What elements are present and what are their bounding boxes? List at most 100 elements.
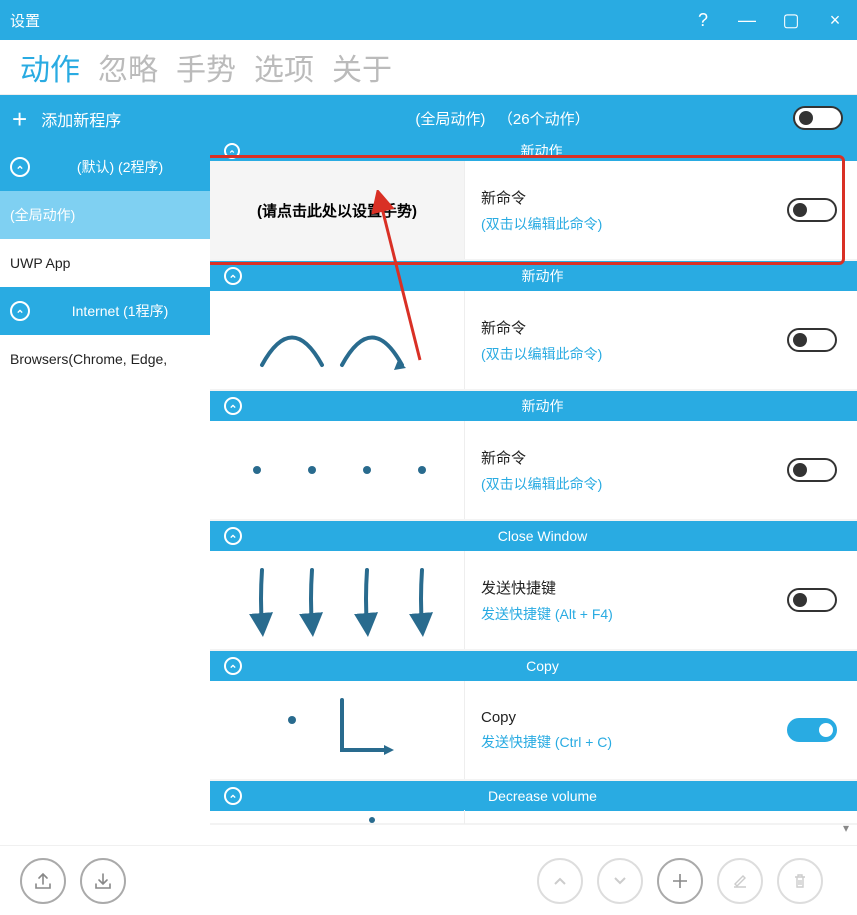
action-name: 新命令: [481, 317, 771, 338]
gesture-four-dots-icon: [222, 430, 452, 510]
action-card[interactable]: 发送快捷键 发送快捷键 (Alt + F4): [210, 551, 857, 651]
action-name: 新命令: [481, 187, 771, 208]
scope-label: (全局动作): [415, 111, 485, 128]
sidebar-item-label: (全局动作): [10, 205, 75, 225]
gesture-area[interactable]: [210, 421, 465, 519]
edit-icon: [731, 872, 749, 890]
gesture-area[interactable]: (请点击此处以设置手势): [210, 161, 465, 259]
import-icon: [93, 871, 113, 891]
plus-icon: +: [12, 104, 27, 135]
gesture-dot-L-icon: [222, 690, 452, 770]
chevron-up-icon: [10, 157, 30, 177]
action-toggle[interactable]: [787, 588, 837, 612]
footer: [0, 845, 857, 915]
section-title: 新动作: [240, 141, 843, 161]
sidebar-item-global[interactable]: (全局动作): [0, 191, 210, 239]
delete-button[interactable]: [777, 858, 823, 904]
action-name: 发送快捷键: [481, 577, 771, 598]
section-header[interactable]: 新动作: [210, 261, 857, 291]
section-header[interactable]: 新动作: [210, 141, 857, 161]
section-header[interactable]: Copy: [210, 651, 857, 681]
titlebar: 设置 ? — ▢ ×: [0, 0, 857, 40]
export-icon: [33, 871, 53, 891]
tab-about[interactable]: 关于: [332, 45, 392, 89]
action-toggle[interactable]: [787, 328, 837, 352]
sidebar-item-browsers[interactable]: Browsers(Chrome, Edge,: [0, 335, 210, 383]
action-card[interactable]: (请点击此处以设置手势) 新命令 (双击以编辑此命令): [210, 161, 857, 261]
help-icon[interactable]: ?: [691, 10, 715, 31]
trash-icon: [791, 872, 809, 890]
add-program-button[interactable]: + 添加新程序: [0, 95, 210, 143]
action-subtitle: (双击以编辑此命令): [481, 344, 771, 364]
chevron-up-icon: [10, 301, 30, 321]
tabs: 动作 忽略 手势 选项 关于: [0, 40, 857, 95]
chevron-up-icon: [224, 143, 240, 159]
gesture-area[interactable]: [210, 291, 465, 389]
action-card[interactable]: 新命令 (双击以编辑此命令): [210, 291, 857, 391]
action-info[interactable]: 新命令 (双击以编辑此命令): [465, 447, 787, 494]
action-subtitle: (双击以编辑此命令): [481, 214, 771, 234]
section-title: Decrease volume: [242, 788, 843, 804]
vertical-scrollbar[interactable]: ▾: [843, 100, 855, 835]
tab-gestures[interactable]: 手势: [176, 45, 236, 89]
chevron-up-icon: [224, 787, 242, 805]
global-toggle[interactable]: [793, 106, 843, 130]
move-up-button[interactable]: [537, 858, 583, 904]
chevron-up-icon: [224, 527, 242, 545]
section-header[interactable]: Close Window: [210, 521, 857, 551]
gesture-double-arch-icon: [222, 300, 452, 380]
section-title: Copy: [242, 658, 843, 674]
gesture-area[interactable]: [210, 551, 465, 649]
sidebar-item-default[interactable]: (默认) (2程序): [0, 143, 210, 191]
tab-options[interactable]: 选项: [254, 45, 314, 89]
action-subtitle: (双击以编辑此命令): [481, 474, 771, 494]
gesture-four-down-icon: [222, 560, 452, 640]
chevron-up-icon: [224, 397, 242, 415]
export-button[interactable]: [20, 858, 66, 904]
section-header[interactable]: Decrease volume: [210, 781, 857, 811]
action-toggle[interactable]: [787, 198, 837, 222]
gesture-area[interactable]: [210, 810, 465, 824]
import-button[interactable]: [80, 858, 126, 904]
tab-ignore[interactable]: 忽略: [98, 45, 158, 89]
maximize-icon[interactable]: ▢: [779, 10, 803, 31]
action-subtitle: 发送快捷键 (Ctrl + C): [481, 732, 771, 752]
sidebar-item-label: (默认) (2程序): [40, 157, 200, 177]
add-button[interactable]: [657, 858, 703, 904]
action-info[interactable]: 发送快捷键 发送快捷键 (Alt + F4): [465, 577, 787, 624]
action-info[interactable]: 新命令 (双击以编辑此命令): [465, 317, 787, 364]
sidebar-item-internet[interactable]: Internet (1程序): [0, 287, 210, 335]
section-title: 新动作: [242, 266, 843, 286]
tab-actions[interactable]: 动作: [20, 45, 80, 89]
sidebar-item-label: UWP App: [10, 255, 70, 271]
action-card[interactable]: 新命令 (双击以编辑此命令): [210, 421, 857, 521]
minimize-icon[interactable]: —: [735, 10, 759, 31]
action-name: 新命令: [481, 447, 771, 468]
action-card[interactable]: Copy 发送快捷键 (Ctrl + C): [210, 681, 857, 781]
count-label: （26个动作）: [498, 111, 590, 128]
action-info[interactable]: 新命令 (双击以编辑此命令): [465, 187, 787, 234]
gesture-area[interactable]: [210, 681, 465, 779]
action-name: Copy: [481, 709, 771, 726]
section-title: 新动作: [242, 396, 843, 416]
action-toggle[interactable]: [787, 458, 837, 482]
move-down-button[interactable]: [597, 858, 643, 904]
sidebar-item-label: Browsers(Chrome, Edge,: [10, 351, 167, 367]
section-header[interactable]: 新动作: [210, 391, 857, 421]
chevron-up-icon: [552, 873, 568, 889]
window-title: 设置: [10, 10, 40, 31]
plus-icon: [670, 871, 690, 891]
chevron-down-icon: [612, 873, 628, 889]
chevron-up-icon: [224, 267, 242, 285]
add-program-label: 添加新程序: [41, 107, 121, 131]
action-card[interactable]: [210, 811, 857, 825]
gesture-partial-icon: [222, 810, 452, 824]
sidebar-item-uwp[interactable]: UWP App: [0, 239, 210, 287]
action-toggle[interactable]: [787, 718, 837, 742]
action-info[interactable]: Copy 发送快捷键 (Ctrl + C): [465, 709, 787, 752]
edit-button[interactable]: [717, 858, 763, 904]
close-icon[interactable]: ×: [823, 10, 847, 31]
sidebar: + 添加新程序 (默认) (2程序) (全局动作) UWP App Intern…: [0, 95, 210, 835]
main: + 添加新程序 (默认) (2程序) (全局动作) UWP App Intern…: [0, 95, 857, 835]
scroll-down-icon[interactable]: ▾: [843, 821, 849, 835]
